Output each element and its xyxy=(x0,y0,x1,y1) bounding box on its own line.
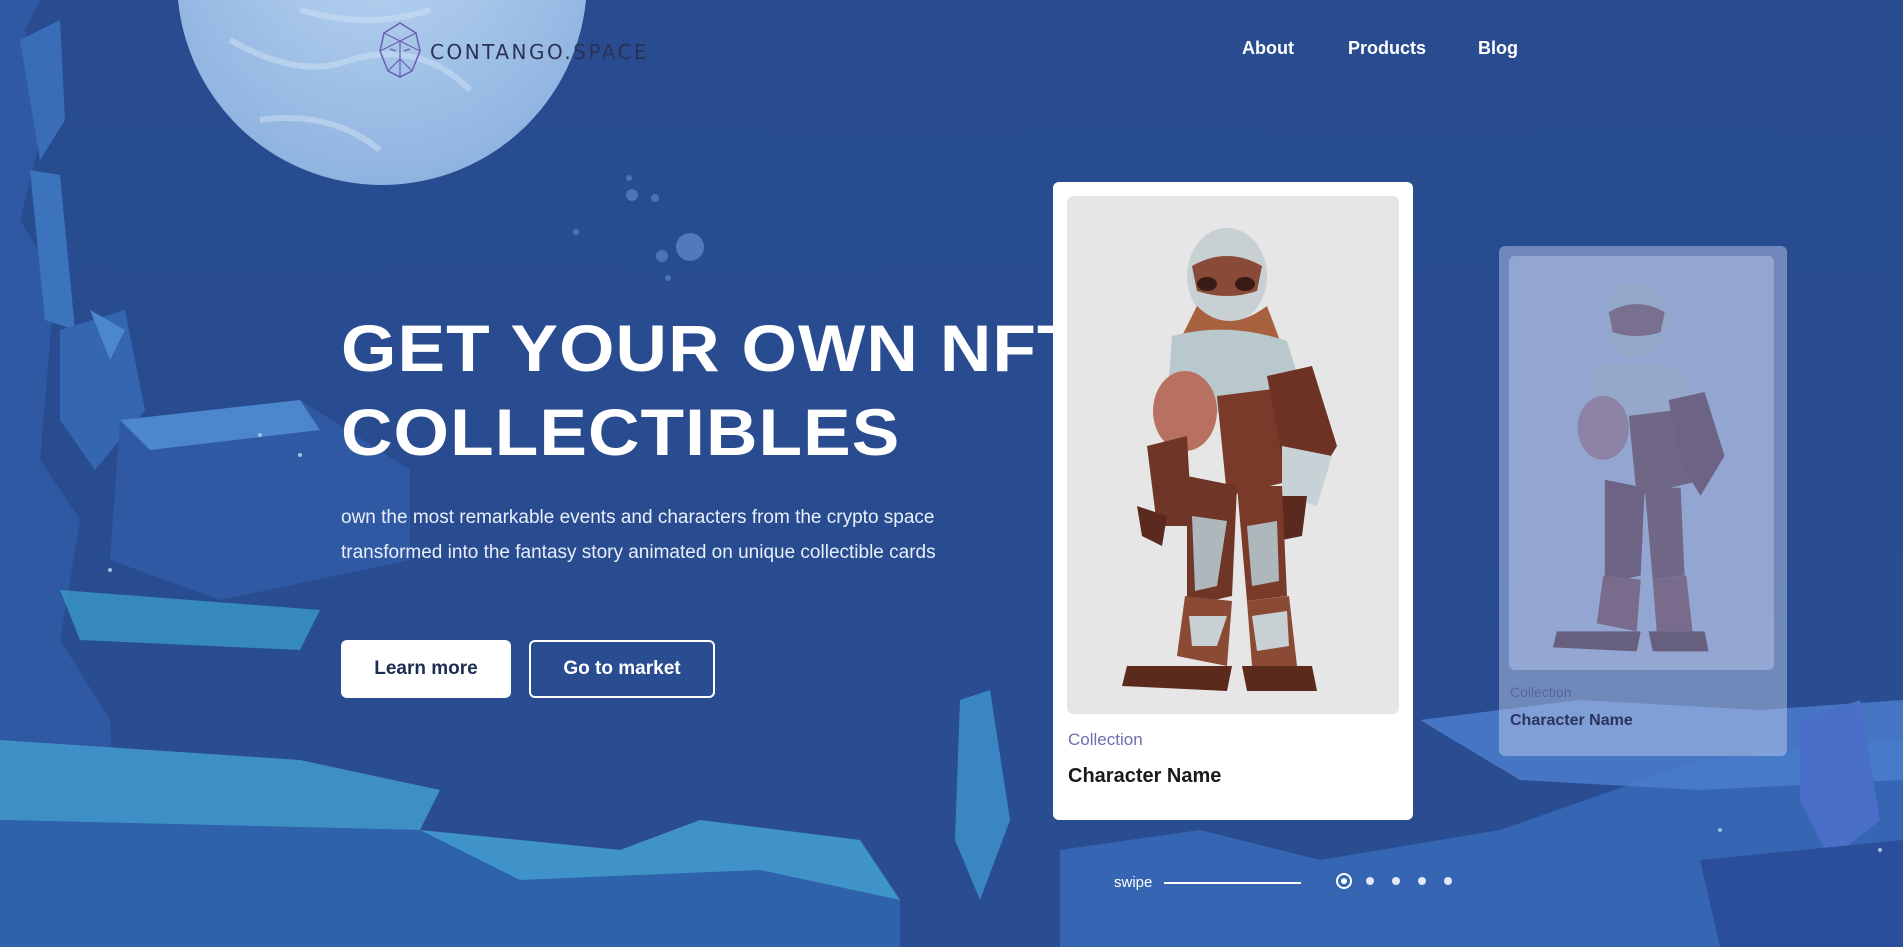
brand-logo[interactable]: CONTANGO.SPACE xyxy=(378,21,650,84)
armored-robot-character-icon xyxy=(1122,228,1337,691)
nft-card-next[interactable]: Collection Character Name xyxy=(1499,246,1787,756)
carousel-dot-5[interactable] xyxy=(1444,877,1452,885)
hero-subtitle-line-2: transformed into the fantasy story anima… xyxy=(341,542,936,563)
carousel-dot-2[interactable] xyxy=(1366,877,1374,885)
swipe-line xyxy=(1164,882,1301,884)
hero-subtitle: own the most remarkable events and chara… xyxy=(341,500,981,570)
card-collection-label: Collection xyxy=(1068,730,1143,749)
learn-more-button[interactable]: Learn more xyxy=(341,640,511,698)
hero-title: GET YOUR OWN NFT COLLECTIBLES xyxy=(341,306,1119,474)
hero-title-line-1: GET YOUR OWN NFT xyxy=(341,311,1082,385)
card-collection-label: Collection xyxy=(1510,684,1572,700)
logo-text: CONTANGO.SPACE xyxy=(430,40,650,64)
go-to-market-button[interactable]: Go to market xyxy=(529,640,715,698)
card-image xyxy=(1067,196,1399,714)
nav-link-about[interactable]: About xyxy=(1242,38,1294,59)
card-fade-overlay xyxy=(1509,256,1774,670)
nav-link-products[interactable]: Products xyxy=(1348,38,1426,59)
carousel-dot-3[interactable] xyxy=(1392,877,1400,885)
swipe-label: swipe xyxy=(1114,874,1153,891)
card-character-name: Character Name xyxy=(1068,765,1222,787)
carousel-dot-4[interactable] xyxy=(1418,877,1426,885)
card-character-name: Character Name xyxy=(1510,712,1633,729)
geometric-face-logo-icon xyxy=(378,21,422,84)
hero-title-line-2: COLLECTIBLES xyxy=(341,395,901,469)
nft-card-active[interactable]: Collection Character Name xyxy=(1053,182,1413,820)
nav-link-blog[interactable]: Blog xyxy=(1478,38,1518,59)
hero-subtitle-line-1: own the most remarkable events and chara… xyxy=(341,507,935,528)
carousel-dot-1[interactable] xyxy=(1336,873,1352,889)
